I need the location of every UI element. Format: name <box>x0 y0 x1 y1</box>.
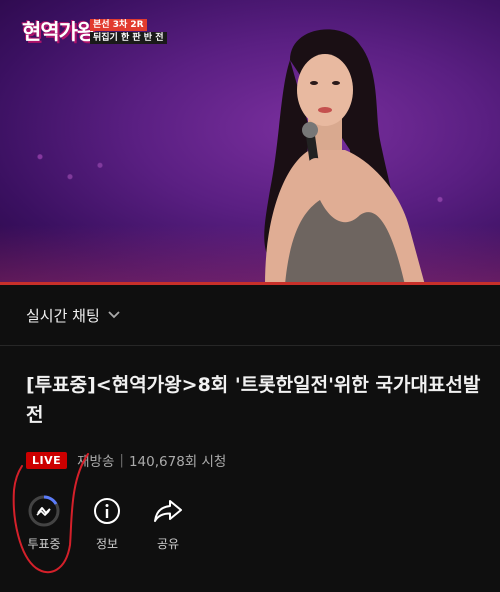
video-title: [투표중]<현역가왕>8회 '트롯한일전'위한 국가대표선발전 <box>26 374 481 426</box>
vote-icon <box>26 493 62 529</box>
performer-image <box>264 29 425 285</box>
info-label: 정보 <box>95 537 119 551</box>
episode-line-2: 뒤집기 한 판 반 전 <box>90 32 167 44</box>
show-logo: 현역가왕 <box>22 20 96 44</box>
video-meta: LIVE 재방송 | 140,678회 시청 <box>26 449 226 471</box>
action-bar: 투표중 정보 공유 <box>0 493 500 563</box>
share-label: 공유 <box>156 537 180 551</box>
share-icon <box>150 493 186 529</box>
episode-line-1: 본선 3차 2R <box>90 19 147 31</box>
vote-button[interactable]: 투표중 <box>14 493 74 553</box>
live-chat-label: 실시간 채팅 <box>26 306 100 325</box>
info-button[interactable]: 정보 <box>77 493 137 553</box>
meta-separator: | <box>119 452 124 468</box>
share-button[interactable]: 공유 <box>138 493 198 553</box>
vote-label: 투표중 <box>27 537 61 551</box>
episode-caption: 본선 3차 2R 뒤집기 한 판 반 전 <box>90 19 167 44</box>
rebroadcast-label: 재방송 <box>77 454 115 470</box>
view-count: 140,678회 시청 <box>128 454 227 470</box>
video-player[interactable]: 현역가왕 본선 3차 2R 뒤집기 한 판 반 전 <box>0 0 500 285</box>
live-chat-toggle[interactable]: 실시간 채팅 <box>0 285 500 346</box>
info-icon <box>89 493 125 529</box>
chevron-down-icon <box>108 311 120 319</box>
live-badge: LIVE <box>26 451 68 469</box>
